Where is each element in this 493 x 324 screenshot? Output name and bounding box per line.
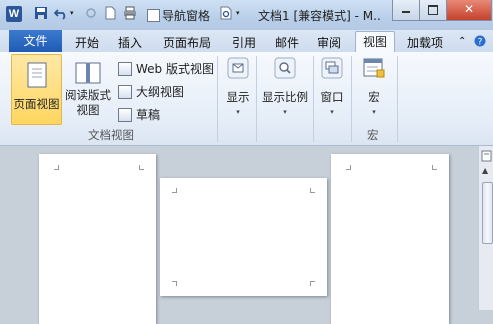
tab-page-layout[interactable]: 页面布局 <box>163 34 211 51</box>
document-page[interactable] <box>331 154 449 324</box>
tab-mailings[interactable]: 邮件 <box>275 34 299 51</box>
web-layout-icon <box>118 61 132 76</box>
tab-addins[interactable]: 加载项 <box>407 34 443 51</box>
zoom-icon <box>274 57 296 79</box>
outline-icon <box>118 84 132 99</box>
zoom-button[interactable]: 显示比例 ▾ <box>259 56 311 121</box>
ribbon-panel: 页面视图 阅读版式 视图 Web 版式视图 大纲视图 草稿 文档视图 显示 ▾ <box>0 52 493 146</box>
macros-icon <box>363 58 385 78</box>
print-layout-icon <box>27 62 46 88</box>
ribbon-tab-row: 文件 开始 插入 页面布局 引用 邮件 审阅 视图 加载项 ⌃ ? <box>0 30 493 54</box>
print-icon[interactable] <box>123 6 137 20</box>
group-label-document-views: 文档视图 <box>88 128 134 142</box>
reading-layout-label-1: 阅读版式 <box>65 88 111 102</box>
close-icon: ✕ <box>464 2 475 16</box>
minimize-button[interactable] <box>392 0 420 21</box>
web-layout-label: Web 版式视图 <box>136 62 214 76</box>
tab-home[interactable]: 开始 <box>75 34 99 51</box>
group-divider <box>256 56 257 142</box>
page-corner-mark <box>172 188 177 193</box>
document-page[interactable] <box>160 178 327 296</box>
page-corner-mark <box>432 165 437 170</box>
window-icon <box>321 57 343 79</box>
group-divider <box>217 56 218 142</box>
tab-view[interactable]: 视图 <box>355 31 395 54</box>
undo-icon[interactable] <box>54 6 68 20</box>
zoom-label: 显示比例 <box>262 90 308 104</box>
zoom-dropdown-icon: ▾ <box>283 108 287 116</box>
reading-layout-icon <box>75 62 101 84</box>
show-dropdown-icon: ▾ <box>236 108 240 116</box>
scroll-up-icon[interactable]: ▲ <box>482 166 488 175</box>
qat-customize-icon[interactable]: ▾ <box>236 9 240 26</box>
undo-dropdown-icon[interactable]: ▾ <box>70 9 74 26</box>
scrollbar-thumb[interactable] <box>482 182 493 244</box>
draft-button[interactable]: 草稿 <box>118 106 160 123</box>
nav-pane-label: 导航窗格 <box>162 9 211 23</box>
document-area[interactable] <box>0 146 480 324</box>
show-label: 显示 <box>226 90 250 104</box>
window-label: 窗口 <box>320 90 344 104</box>
tab-review[interactable]: 审阅 <box>317 34 341 51</box>
nav-pane-checkbox[interactable] <box>147 9 160 22</box>
reading-layout-label-2: 视图 <box>76 103 100 117</box>
page-corner-mark <box>172 281 177 286</box>
word-app-icon[interactable]: W <box>6 6 22 22</box>
page-corner-mark <box>139 165 144 170</box>
group-divider <box>351 56 352 142</box>
window-dropdown-icon: ▾ <box>330 108 334 116</box>
full-screen-reading-button[interactable]: 阅读版式 视图 <box>63 54 113 123</box>
outline-label: 大纲视图 <box>136 85 185 99</box>
page-corner-mark <box>310 188 315 193</box>
ribbon-minimize-icon[interactable]: ⌃ <box>458 36 466 47</box>
macros-button[interactable]: 宏 ▾ <box>356 56 392 121</box>
tab-insert[interactable]: 插入 <box>118 34 142 51</box>
svg-text:?: ? <box>478 38 483 48</box>
save-icon[interactable] <box>34 6 48 20</box>
macros-dropdown-icon: ▾ <box>372 108 376 116</box>
print-layout-label: 页面视图 <box>13 97 60 111</box>
tab-references[interactable]: 引用 <box>232 34 256 51</box>
draft-label: 草稿 <box>136 108 161 122</box>
show-icon <box>227 57 249 79</box>
print-preview-icon[interactable] <box>219 6 233 20</box>
macros-label: 宏 <box>368 90 380 104</box>
new-document-icon[interactable] <box>103 6 117 20</box>
ruler-toggle-icon[interactable] <box>481 150 492 162</box>
title-bar: W ▾ 导航窗格 ▾ 文档1 [兼容模式] - M.. ✕ <box>0 0 493 30</box>
page-corner-mark <box>54 165 59 170</box>
group-label-macros: 宏 <box>367 128 379 142</box>
page-corner-mark <box>346 165 351 170</box>
document-page[interactable] <box>39 154 156 324</box>
close-button[interactable]: ✕ <box>446 0 492 21</box>
draft-icon <box>118 107 132 122</box>
help-icon[interactable]: ? <box>474 35 486 47</box>
web-layout-button[interactable]: Web 版式视图 <box>118 60 214 77</box>
window-button[interactable]: 窗口 ▾ <box>316 56 348 121</box>
page-corner-mark <box>310 281 315 286</box>
print-layout-button[interactable]: 页面视图 <box>11 54 62 125</box>
group-divider <box>397 56 398 142</box>
maximize-button[interactable] <box>419 0 447 21</box>
outline-button[interactable]: 大纲视图 <box>118 83 184 100</box>
tab-file[interactable]: 文件 <box>9 30 62 52</box>
group-divider <box>313 56 314 142</box>
window-title: 文档1 [兼容模式] - M.. <box>258 9 381 23</box>
show-button[interactable]: 显示 ▾ <box>222 56 254 121</box>
vertical-scrollbar[interactable]: ▲ <box>478 146 493 310</box>
redo-icon[interactable] <box>84 6 98 20</box>
